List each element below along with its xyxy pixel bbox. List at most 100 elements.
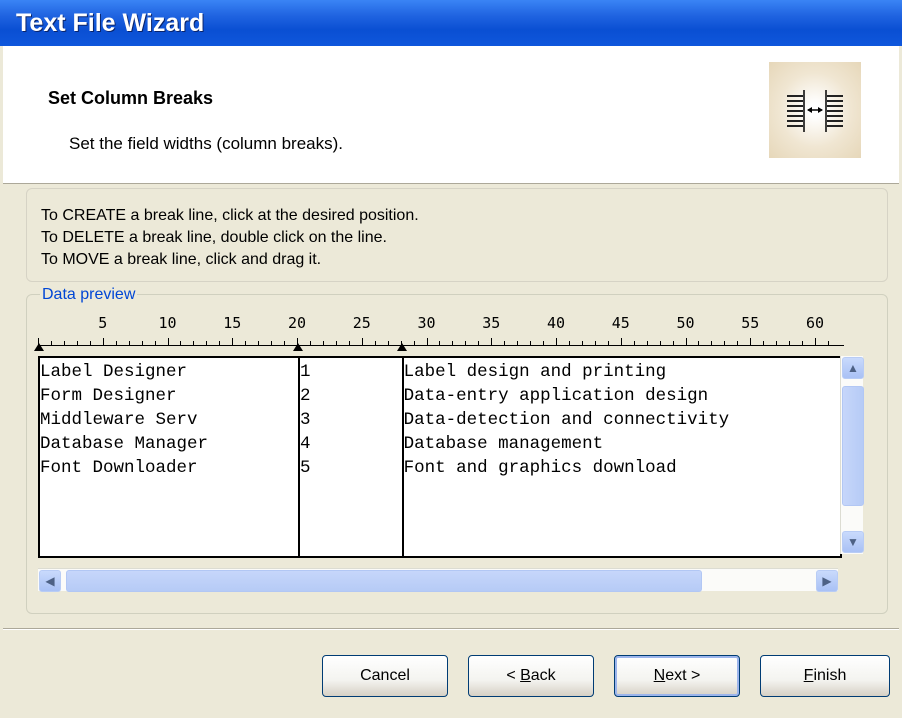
preview-cell: Database management — [403, 434, 604, 454]
ruler-tick — [607, 341, 609, 345]
ruler-tick — [646, 341, 648, 345]
horizontal-scrollbar[interactable]: ◀ ▶ — [38, 568, 838, 592]
wizard-header: Set Column Breaks Set the field widths (… — [3, 46, 899, 184]
button-separator — [3, 628, 899, 630]
back-button[interactable]: < Back — [468, 655, 594, 697]
ruler-tick — [141, 341, 143, 345]
instructions-panel: To CREATE a break line, click at the des… — [26, 188, 888, 282]
preview-cell: Data-entry application design — [403, 386, 709, 406]
ruler-tick — [361, 338, 363, 345]
ruler-tick — [568, 341, 570, 345]
ruler-tick — [685, 338, 687, 345]
ruler-label: 45 — [611, 314, 630, 332]
ruler-tick — [374, 341, 376, 345]
scroll-down-button[interactable]: ▼ — [842, 531, 864, 553]
ruler-tick — [335, 341, 337, 345]
ruler-tick — [452, 341, 454, 345]
break-marker-arrow[interactable] — [293, 343, 303, 351]
preview-cell: 2 — [300, 386, 311, 406]
ruler-tick — [387, 341, 389, 345]
page-title: Set Column Breaks — [48, 88, 214, 108]
preview-row: Form Designer 2 Data-entry application des… — [40, 386, 840, 410]
ruler-tick — [672, 341, 674, 345]
ruler-tick — [193, 341, 195, 345]
ruler-tick — [439, 341, 441, 345]
page-subtitle: Set the field widths (column breaks). — [69, 134, 344, 153]
vertical-scrollbar[interactable]: ▲ ▼ — [840, 356, 864, 554]
ruler-tick — [206, 341, 208, 345]
ruler-tick — [413, 341, 415, 345]
title-bar[interactable]: Text File Wizard — [0, 0, 902, 46]
cancel-button[interactable]: Cancel — [322, 655, 448, 697]
ruler-tick — [271, 341, 273, 345]
ruler-tick — [258, 341, 260, 345]
finish-label-suffix: inish — [813, 667, 847, 684]
ruler-tick — [594, 341, 596, 345]
ruler-label: 5 — [98, 314, 108, 332]
finish-button[interactable]: Finish — [760, 655, 890, 697]
instruction-delete: To DELETE a break line, double click on … — [41, 229, 387, 246]
break-marker-arrow[interactable] — [396, 343, 407, 351]
ruler-tick — [620, 338, 622, 345]
ruler-tick — [76, 341, 78, 345]
vertical-scroll-thumb[interactable] — [842, 386, 864, 506]
ruler-label: 15 — [223, 314, 242, 332]
ruler-tick — [245, 341, 247, 345]
preview-cell: Font Downloader — [40, 458, 198, 478]
ruler-tick — [711, 341, 713, 345]
ruler-tick — [309, 341, 311, 345]
back-label-suffix: ack — [530, 667, 556, 684]
ruler-tick — [737, 341, 739, 345]
data-preview-grid[interactable]: Label Designer 1 Label design and printing… — [38, 356, 842, 558]
ruler-tick — [322, 341, 324, 345]
ruler-tick — [284, 341, 286, 345]
ruler-label: 40 — [546, 314, 566, 332]
preview-cell: Form Designer — [40, 386, 177, 406]
break-marker-arrow[interactable] — [34, 343, 44, 351]
ruler-tick — [815, 338, 816, 345]
column-break-line[interactable] — [298, 358, 300, 556]
ruler-tick — [581, 341, 583, 345]
ruler-label: 55 — [741, 314, 760, 332]
preview-cell: Font and graphics download — [403, 458, 677, 478]
scroll-up-button[interactable]: ▲ — [842, 357, 864, 379]
ruler-tick — [698, 341, 700, 345]
ruler-tick — [504, 341, 506, 345]
column-break-icon — [769, 62, 861, 158]
ruler-tick — [219, 341, 221, 345]
ruler-tick — [750, 338, 752, 345]
ruler-tick — [763, 341, 765, 345]
ruler-tick — [89, 341, 91, 345]
ruler-label: 20 — [287, 314, 307, 332]
preview-row: Database Manager 4 Database management — [40, 434, 840, 458]
ruler-tick — [478, 341, 480, 345]
ruler-tick — [633, 341, 635, 345]
ruler-tick — [128, 341, 130, 345]
ruler-label: 30 — [417, 314, 436, 332]
ruler-label: 25 — [352, 314, 371, 332]
ruler-tick — [115, 341, 117, 345]
ruler-tick — [348, 341, 350, 345]
horizontal-scroll-thumb[interactable] — [66, 570, 702, 592]
back-accelerator-key: B — [520, 667, 531, 684]
scroll-right-button[interactable]: ▶ — [816, 570, 838, 592]
ruler-label: 10 — [158, 314, 177, 332]
ruler-tick — [827, 341, 829, 345]
ruler-tick — [776, 341, 778, 345]
column-break-line[interactable] — [401, 358, 404, 556]
preview-row: Font Downloader 5 Font and graphics downlo… — [40, 458, 840, 482]
preview-cell: Label design and printing — [403, 362, 667, 382]
ruler-tick — [556, 338, 557, 345]
ruler-tick — [789, 341, 791, 345]
ruler-tick — [491, 338, 493, 345]
text-file-wizard-window: Text File Wizard Set Column Breaks Set t… — [0, 0, 902, 718]
scroll-left-button[interactable]: ◀ — [39, 570, 61, 592]
preview-cell: Label Designer — [40, 362, 188, 382]
next-button[interactable]: Next > — [614, 655, 740, 697]
preview-cell: Middleware Serv — [40, 410, 198, 430]
ruler-tick — [167, 338, 169, 345]
column-ruler[interactable]: 5 10 15 20 25 30 35 40 45 50 55 60 — [34, 310, 844, 358]
ruler-tick — [180, 341, 182, 345]
ruler-tick — [659, 341, 661, 345]
preview-cell: 3 — [300, 410, 311, 430]
